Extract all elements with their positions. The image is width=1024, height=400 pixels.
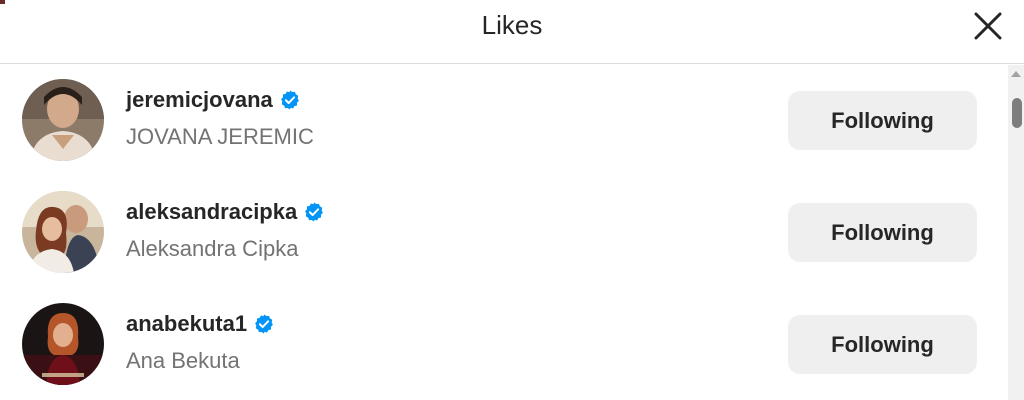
dialog-title: Likes	[481, 10, 543, 40]
following-button[interactable]: Following	[788, 91, 977, 150]
username[interactable]: aleksandracipka	[126, 199, 297, 225]
list-item[interactable]: aleksandracipka Aleksandra Cipka Followi…	[0, 177, 1000, 289]
username[interactable]: jeremicjovana	[126, 87, 273, 113]
username-row: jeremicjovana	[126, 87, 301, 113]
following-button[interactable]: Following	[788, 203, 977, 262]
full-name: Ana Bekuta	[126, 348, 240, 373]
close-icon	[974, 12, 1002, 40]
scrollbar[interactable]	[1008, 65, 1024, 400]
avatar[interactable]	[22, 191, 104, 273]
close-button[interactable]	[970, 8, 1006, 44]
verified-badge-icon	[255, 314, 273, 334]
likes-list[interactable]: jeremicjovana JOVANA JEREMIC Following a…	[0, 65, 1008, 400]
scroll-up-arrow-icon[interactable]	[1011, 71, 1021, 77]
avatar[interactable]	[22, 79, 104, 161]
username-row: anabekuta1	[126, 311, 275, 337]
verified-badge-icon	[305, 202, 324, 222]
full-name: Aleksandra Cipka	[126, 236, 299, 261]
likes-dialog: Likes jeremicjovana JOVANA JEREMIC Follo…	[0, 0, 1024, 400]
avatar[interactable]	[22, 303, 104, 385]
list-item[interactable]: jeremicjovana JOVANA JEREMIC Following	[0, 65, 1000, 177]
full-name: JOVANA JEREMIC	[126, 124, 314, 149]
following-button[interactable]: Following	[788, 315, 977, 374]
username-row: aleksandracipka	[126, 199, 325, 225]
dialog-header: Likes	[0, 0, 1024, 64]
verified-badge-icon	[280, 90, 299, 110]
scroll-thumb[interactable]	[1012, 98, 1022, 128]
list-item[interactable]: anabekuta1 Ana Bekuta Following	[0, 289, 1000, 400]
username[interactable]: anabekuta1	[126, 311, 247, 337]
